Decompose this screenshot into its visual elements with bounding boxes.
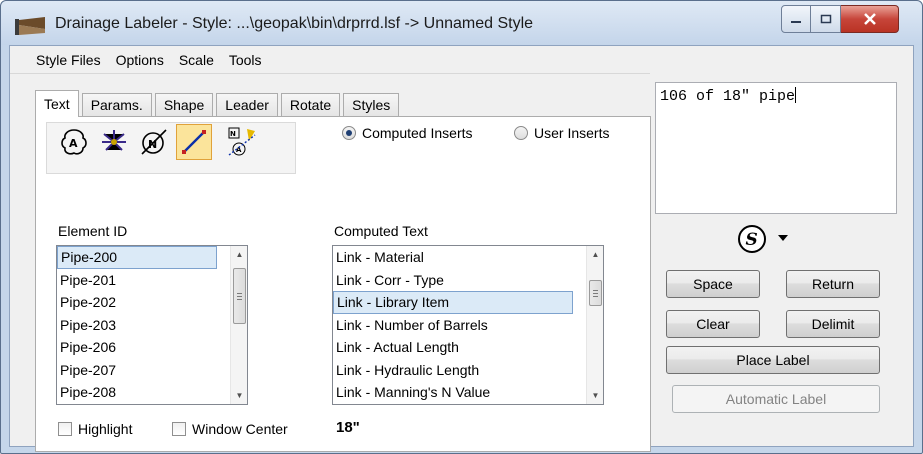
computed-text-listbox[interactable]: Link - Material Link - Corr - Type Link … (332, 245, 604, 405)
label-edit-icon[interactable]: N A (224, 124, 260, 160)
svg-text:A: A (69, 137, 78, 150)
svg-text:N: N (148, 138, 157, 151)
chevron-down-icon[interactable] (778, 235, 788, 241)
null-structure-icon[interactable]: N (136, 124, 172, 160)
maximize-button[interactable] (811, 5, 841, 33)
tab-params[interactable]: Params. (81, 93, 152, 117)
scroll-up-icon[interactable]: ▲ (231, 246, 247, 263)
scroll-up-icon[interactable]: ▲ (587, 246, 603, 263)
return-button[interactable]: Return (786, 270, 880, 298)
element-id-listbox[interactable]: Pipe-200 Pipe-201 Pipe-202 Pipe-203 Pipe… (56, 245, 248, 405)
preview-value: 18" (336, 419, 360, 436)
svg-text:N: N (230, 130, 236, 138)
list-item[interactable]: Link - Number of Barrels (333, 314, 603, 337)
scroll-down-icon[interactable]: ▼ (587, 387, 603, 404)
window-center-checkbox-box[interactable] (172, 422, 186, 436)
close-icon (863, 13, 876, 25)
label-text: 106 of 18" pipe (660, 88, 796, 105)
menu-tools[interactable]: Tools (229, 52, 262, 68)
tab-shape[interactable]: Shape (154, 93, 214, 117)
list-item[interactable]: Link - Library Item (333, 291, 573, 314)
user-inserts-radio[interactable]: User Inserts (514, 125, 609, 141)
scroll-thumb[interactable] (589, 280, 602, 306)
scroll-down-icon[interactable]: ▼ (231, 387, 247, 404)
scroll-thumb[interactable] (233, 268, 246, 324)
list-item[interactable]: Link - Actual Length (333, 336, 603, 359)
user-inserts-radio-button[interactable] (514, 126, 528, 140)
place-label-button[interactable]: Place Label (666, 346, 880, 374)
menu-bar: Style Files Options Scale Tools (10, 46, 650, 74)
computed-text-label: Computed Text (334, 223, 428, 239)
window-center-label: Window Center (192, 421, 288, 437)
highlight-checkbox-box[interactable] (58, 422, 72, 436)
window-center-checkbox[interactable]: Window Center (172, 421, 288, 437)
tab-styles[interactable]: Styles (343, 93, 400, 117)
element-id-label: Element ID (58, 223, 128, 239)
tab-rotate[interactable]: Rotate (280, 93, 341, 117)
window-title: Drainage Labeler - Style: ...\geopak\bin… (55, 15, 534, 32)
highlight-checkbox[interactable]: Highlight (58, 421, 132, 437)
clear-button[interactable]: Clear (666, 310, 760, 338)
list-item[interactable]: Pipe-203 (57, 314, 247, 337)
close-button[interactable] (841, 5, 899, 33)
text-tab-panel: A N N A Computed Inserts User Inserts El… (35, 116, 651, 452)
tab-strip: Text Params. Shape Leader Rotate Styles (35, 90, 402, 117)
drainage-labeler-window: Drainage Labeler - Style: ...\geopak\bin… (0, 0, 923, 454)
computed-inserts-radio-button[interactable] (342, 126, 356, 140)
special-character-icon[interactable]: S (737, 224, 767, 254)
tab-leader[interactable]: Leader (216, 93, 278, 117)
computed-inserts-radio[interactable]: Computed Inserts (342, 125, 473, 141)
svg-text:S: S (746, 230, 758, 250)
list-item[interactable]: Pipe-206 (57, 336, 247, 359)
client-area: Style Files Options Scale Tools Text Par… (9, 45, 914, 452)
highlight-label: Highlight (78, 421, 133, 437)
tab-text[interactable]: Text (35, 90, 79, 117)
inlet-label-icon[interactable] (96, 124, 132, 160)
automatic-label-button[interactable]: Automatic Label (672, 385, 880, 413)
menu-style-files[interactable]: Style Files (36, 52, 101, 68)
element-id-scrollbar[interactable]: ▲ ▼ (230, 246, 247, 404)
list-item[interactable]: Link - Material (333, 246, 603, 269)
title-bar[interactable]: Drainage Labeler - Style: ...\geopak\bin… (1, 1, 922, 45)
menu-options[interactable]: Options (116, 52, 164, 68)
list-item[interactable]: Pipe-207 (57, 359, 247, 382)
maximize-icon (820, 14, 831, 24)
list-item[interactable]: Link - Corr - Type (333, 269, 603, 292)
list-item[interactable]: Pipe-201 (57, 269, 247, 292)
list-item[interactable]: Link - Manning's N Value (333, 381, 603, 404)
user-inserts-label: User Inserts (534, 125, 610, 141)
app-icon (15, 17, 45, 35)
minimize-button[interactable] (781, 5, 811, 33)
space-button[interactable]: Space (666, 270, 760, 298)
minimize-icon (791, 21, 801, 23)
list-item[interactable]: Link - Hydraulic Length (333, 359, 603, 382)
list-item[interactable]: Pipe-208 (57, 381, 247, 404)
computed-inserts-label: Computed Inserts (362, 125, 473, 141)
menu-scale[interactable]: Scale (179, 52, 214, 68)
delimit-button[interactable]: Delimit (786, 310, 880, 338)
link-pipe-icon[interactable] (176, 124, 212, 160)
label-text-area[interactable]: 106 of 18" pipe (655, 82, 897, 214)
list-item[interactable]: Pipe-200 (57, 246, 217, 269)
node-label-icon[interactable]: A (56, 124, 92, 160)
list-item[interactable]: Pipe-202 (57, 291, 247, 314)
computed-text-scrollbar[interactable]: ▲ ▼ (586, 246, 603, 404)
